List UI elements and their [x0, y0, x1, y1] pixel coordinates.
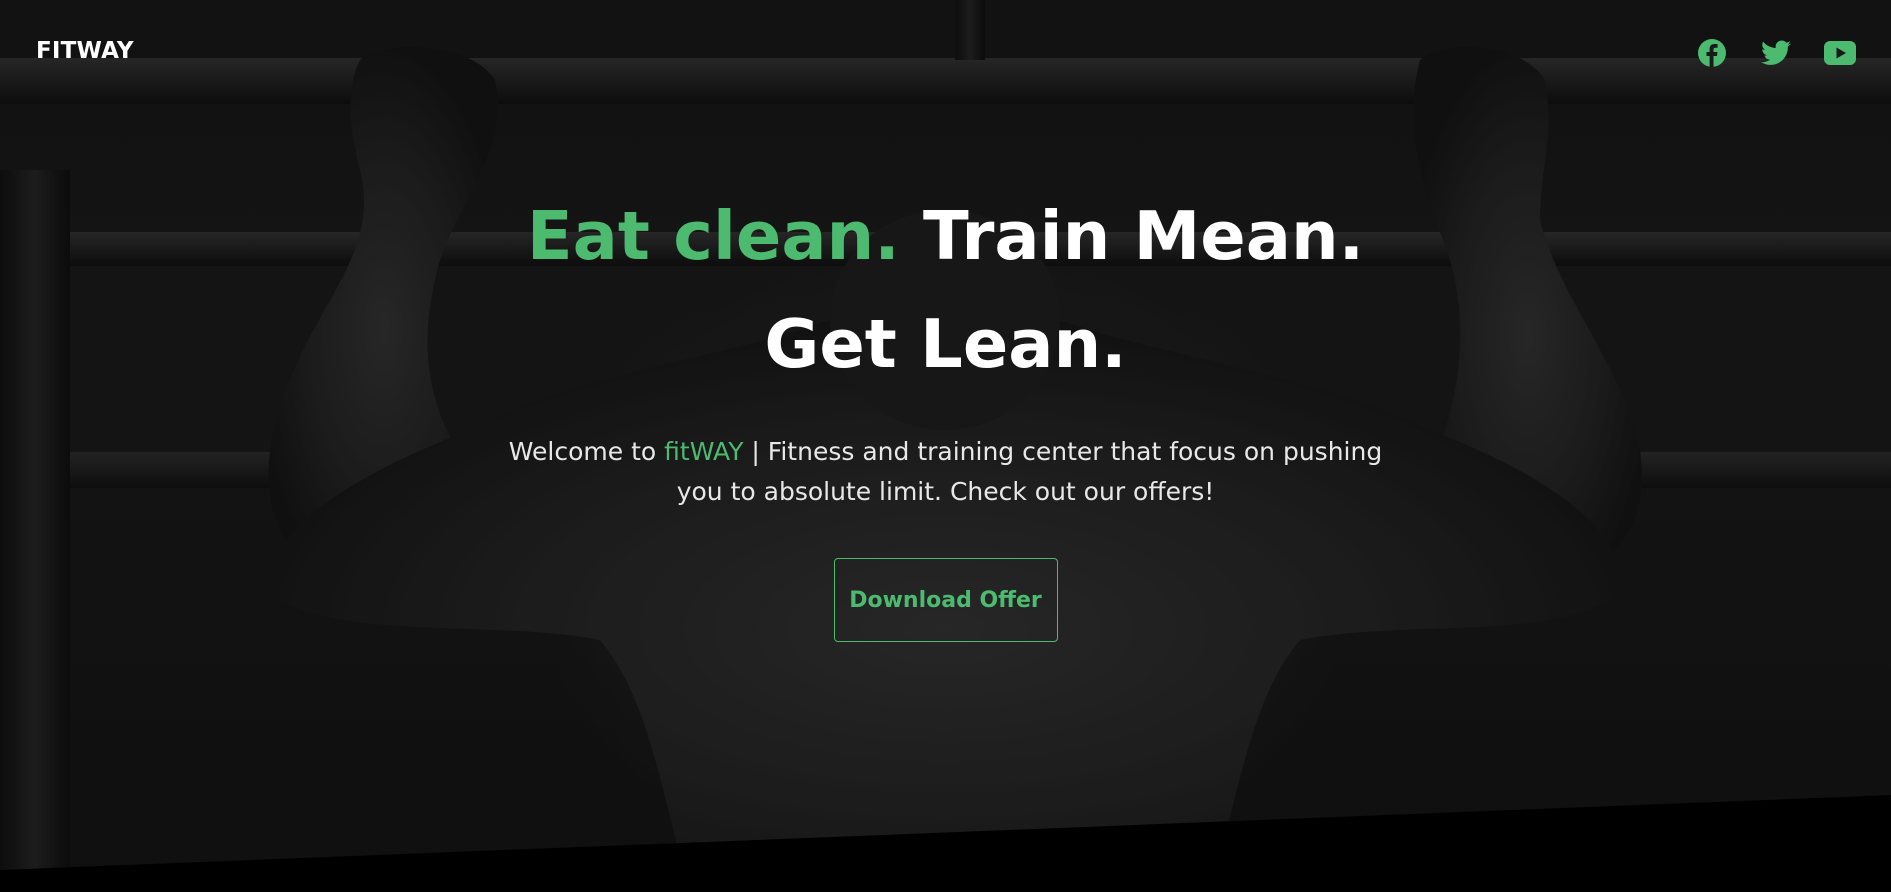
hero-headline: Eat clean. Train Mean. Get Lean. — [496, 182, 1396, 398]
hero-section: FITWAY Eat clean. Train Mean. Get Lean. … — [0, 0, 1891, 892]
subtitle-brand: fitWAY — [664, 437, 744, 466]
hero-subtitle: Welcome to fitWAY | Fitness and training… — [496, 432, 1396, 512]
twitter-icon[interactable] — [1759, 38, 1793, 68]
download-offer-button[interactable]: Download Offer — [833, 558, 1058, 642]
headline-accent: Eat clean. — [526, 197, 900, 275]
social-links — [1695, 38, 1857, 68]
youtube-icon[interactable] — [1823, 38, 1857, 68]
brand-logo[interactable]: FITWAY — [36, 38, 134, 64]
facebook-icon[interactable] — [1695, 38, 1729, 68]
subtitle-rest: | Fitness and training center that focus… — [676, 437, 1383, 506]
hero-content: Eat clean. Train Mean. Get Lean. Welcome… — [0, 182, 1891, 642]
subtitle-prefix: Welcome to — [508, 437, 665, 466]
